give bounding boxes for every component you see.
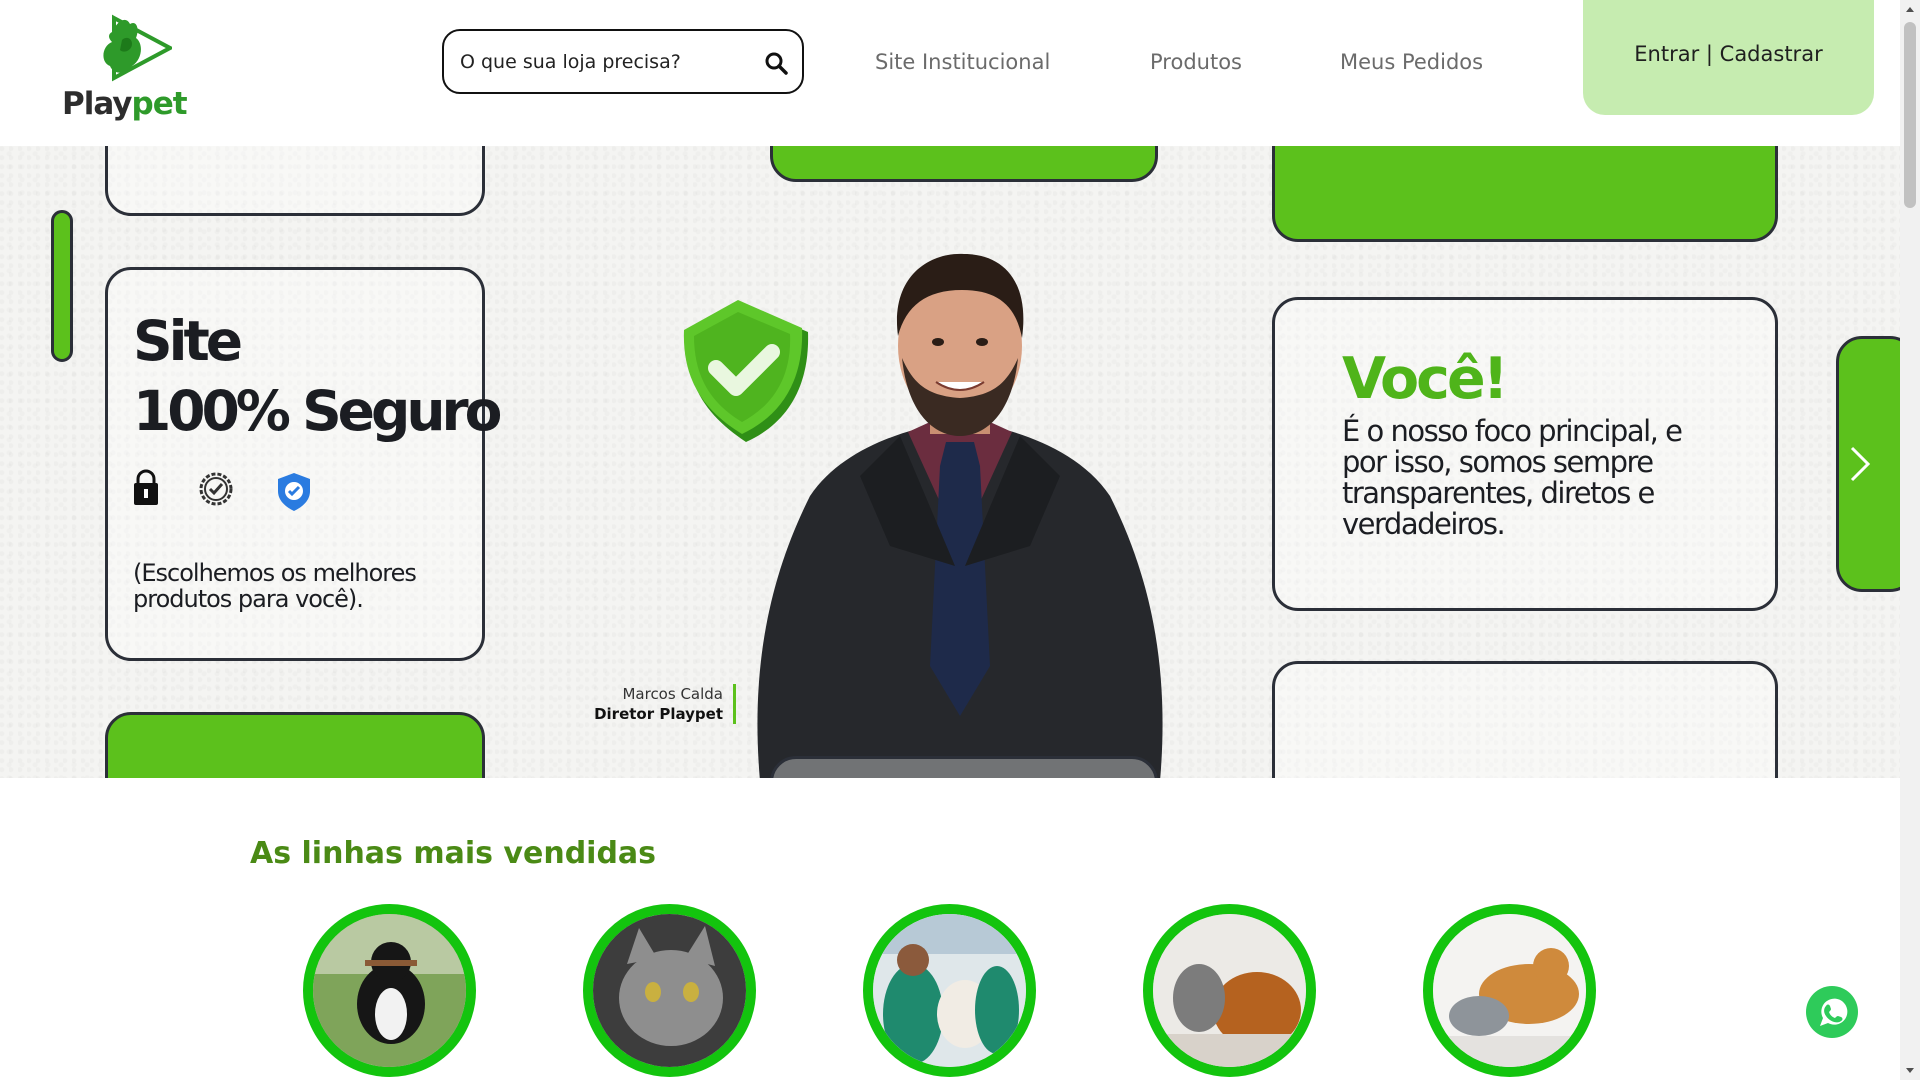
decor-card-green bbox=[105, 712, 485, 778]
shield-check-icon bbox=[278, 473, 310, 511]
search-box bbox=[442, 29, 804, 94]
scroll-down-arrow-icon[interactable] bbox=[1900, 1060, 1920, 1080]
cat-icon bbox=[593, 914, 746, 1067]
dog-and-cat-lying-icon bbox=[1433, 914, 1586, 1067]
nav-produtos[interactable]: Produtos bbox=[1150, 50, 1242, 74]
dog-running-icon bbox=[313, 914, 466, 1067]
decor-card-green bbox=[770, 146, 1158, 182]
secure-title: Site 100% Seguro bbox=[133, 309, 502, 443]
category-vet[interactable] bbox=[863, 904, 1036, 1077]
decor-card-green bbox=[1272, 146, 1778, 242]
login-register-button[interactable]: Entrar | Cadastrar bbox=[1583, 0, 1874, 115]
voce-title: Você! bbox=[1342, 346, 1509, 412]
category-cat[interactable] bbox=[583, 904, 756, 1077]
nav-site-institucional[interactable]: Site Institucional bbox=[875, 50, 1050, 74]
nav-meus-pedidos[interactable]: Meus Pedidos bbox=[1340, 50, 1483, 74]
logo-text: Playpet bbox=[62, 86, 188, 122]
category-cat-and-dog[interactable] bbox=[1143, 904, 1316, 1077]
search-input[interactable] bbox=[460, 45, 750, 79]
verified-badge-icon bbox=[199, 472, 233, 506]
login-register-label: Entrar | Cadastrar bbox=[1634, 41, 1823, 66]
trust-icons bbox=[134, 469, 310, 511]
playpet-logo[interactable]: Playpet bbox=[62, 10, 192, 122]
chevron-right-icon[interactable] bbox=[1848, 446, 1872, 482]
director-signature: Marcos Calda Diretor Playpet bbox=[560, 684, 736, 724]
category-dog-and-cat-lying[interactable] bbox=[1423, 904, 1596, 1077]
site-header: Playpet Site Institucional Produtos Meus… bbox=[0, 0, 1900, 146]
director-photo bbox=[757, 253, 1163, 778]
secure-subtitle: (Escolhemos os melhores produtos para vo… bbox=[133, 559, 417, 613]
voce-text: É o nosso foco principal, e por isso, so… bbox=[1342, 414, 1683, 541]
decor-card bbox=[770, 756, 1158, 778]
best-sellers-title: As linhas mais vendidas bbox=[250, 836, 657, 871]
search-icon[interactable] bbox=[764, 51, 788, 75]
vet-with-dog-icon bbox=[873, 914, 1026, 1067]
whatsapp-icon[interactable] bbox=[1806, 986, 1858, 1038]
category-dog-running[interactable] bbox=[303, 904, 476, 1077]
scroll-up-arrow-icon[interactable] bbox=[1900, 0, 1920, 20]
cat-and-dog-icon bbox=[1153, 914, 1306, 1067]
logo-mark-icon bbox=[103, 14, 172, 82]
padlock-icon bbox=[134, 469, 158, 505]
page-scrollbar[interactable] bbox=[1900, 0, 1920, 1080]
decor-card bbox=[1272, 661, 1778, 778]
director-name: Marcos Calda bbox=[622, 685, 723, 703]
hero-banner[interactable]: Site 100% Seguro (Escolhemos os melhores… bbox=[0, 146, 1900, 778]
director-role: Diretor Playpet bbox=[594, 705, 723, 723]
decor-card bbox=[105, 146, 485, 216]
scroll-thumb[interactable] bbox=[1904, 22, 1916, 208]
slider-indicator[interactable] bbox=[51, 210, 73, 362]
